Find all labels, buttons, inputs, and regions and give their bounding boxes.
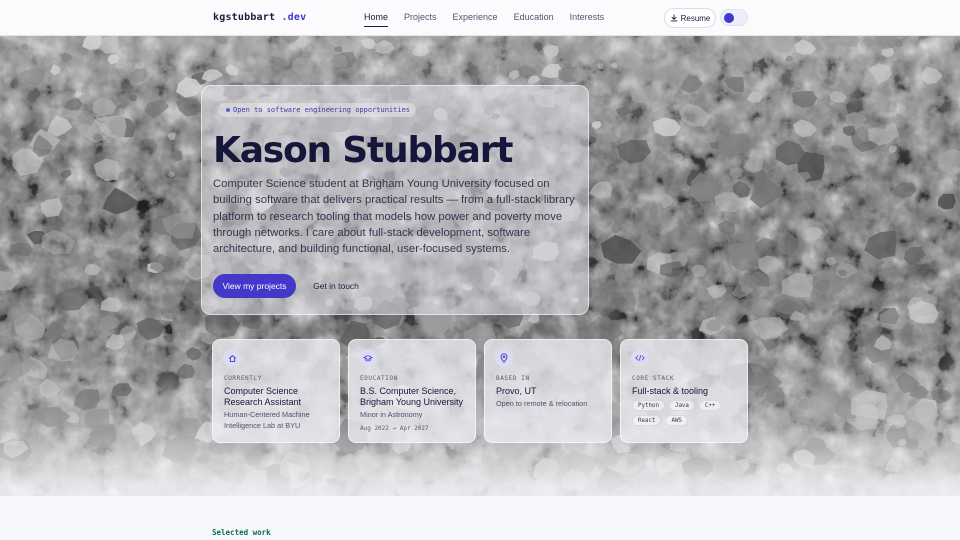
resume-label: Resume — [680, 13, 711, 23]
badge-text: Open to software engineering opportuniti… — [233, 106, 411, 114]
home-icon — [223, 349, 241, 367]
code-icon — [631, 349, 649, 367]
nav-links: Home Projects Experience Education Inter… — [364, 12, 604, 27]
download-icon — [670, 14, 677, 22]
tech-chip: C++ — [698, 400, 722, 411]
nav-link-projects[interactable]: Projects — [404, 12, 437, 27]
nav-link-experience[interactable]: Experience — [453, 12, 498, 27]
info-card-stack: CORE STACK Full-stack & tooling Python J… — [620, 339, 748, 443]
card-title: Full-stack & tooling — [632, 386, 709, 396]
section-label-selected-work: Selected work — [212, 528, 271, 537]
nav-link-education[interactable]: Education — [514, 12, 554, 27]
info-card-location: BASED IN Provo, UT Open to remote & relo… — [484, 339, 612, 443]
card-label: EDUCATION — [360, 375, 398, 382]
card-label: CORE STACK — [632, 375, 675, 382]
view-projects-button[interactable]: View my projects — [213, 274, 296, 298]
top-nav: kgstubbart .dev Home Projects Experience… — [0, 0, 960, 36]
tech-chip: React — [632, 415, 662, 426]
theme-toggle-knob — [724, 13, 734, 23]
card-label: BASED IN — [496, 375, 530, 382]
logo-accent: .dev — [281, 12, 307, 23]
card-subtitle: Open to remote & relocation — [496, 399, 588, 408]
tech-chip: AWS — [665, 415, 688, 426]
graduation-cap-icon — [359, 349, 377, 367]
card-subtitle: Minor in Astronomy — [360, 410, 423, 419]
availability-badge: Open to software engineering opportuniti… — [218, 103, 417, 117]
card-title: B.S. Computer Science, Brigham Young Uni… — [360, 386, 464, 407]
get-in-touch-button[interactable]: Get in touch — [305, 274, 367, 298]
card-date: Aug 2022 → Apr 2027 — [360, 425, 429, 432]
location-pin-icon — [495, 349, 513, 367]
card-title: Computer Science Research Assistant — [224, 386, 302, 407]
card-subtitle: Human-Centered Machine Intelligence Lab … — [224, 410, 310, 430]
logo-main: kgstubbart — [213, 12, 276, 23]
resume-button[interactable]: Resume — [664, 8, 716, 28]
hero-name: Kason Stubbart — [213, 130, 513, 171]
site-logo[interactable]: kgstubbart .dev — [213, 12, 306, 23]
tech-chip: Java — [668, 400, 695, 411]
theme-toggle[interactable] — [720, 9, 748, 26]
hero-card: Open to software engineering opportuniti… — [201, 85, 589, 315]
tech-chip: Python — [632, 400, 665, 411]
tech-chips: Python Java C++ React AWS — [632, 400, 744, 426]
nav-link-home[interactable]: Home — [364, 12, 389, 27]
nav-link-interests[interactable]: Interests — [570, 12, 605, 27]
hero-description: Computer Science student at Brigham Youn… — [213, 178, 575, 256]
card-title: Provo, UT — [496, 386, 537, 396]
status-dot-icon — [226, 108, 230, 112]
card-label: CURRENTLY — [224, 375, 262, 382]
info-card-currently: CURRENTLY Computer Science Research Assi… — [212, 339, 340, 443]
info-card-education: EDUCATION B.S. Computer Science, Brigham… — [348, 339, 476, 443]
